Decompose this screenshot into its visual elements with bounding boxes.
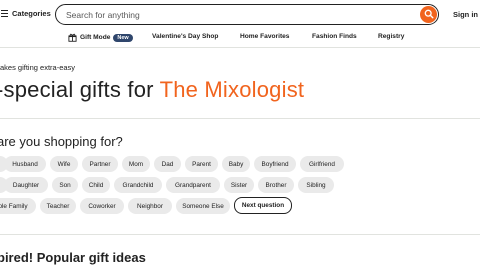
chip-daughter[interactable]: Daughter <box>4 177 48 193</box>
chip-mom[interactable]: Mom <box>122 156 150 172</box>
chip-baby[interactable]: Baby <box>222 156 250 172</box>
nav-item-valentines-day-shop[interactable]: Valentine's Day Shop <box>152 33 218 40</box>
chip-teacher[interactable]: Teacher <box>40 198 76 214</box>
chip-boyfriend[interactable]: Boyfriend <box>254 156 296 172</box>
categories-menu-button[interactable]: Categories <box>0 9 51 18</box>
chip-coworker[interactable]: Coworker <box>80 198 124 214</box>
search-button[interactable] <box>420 5 437 23</box>
chip-parent[interactable]: Parent <box>185 156 218 172</box>
chip-dad[interactable]: Dad <box>154 156 181 172</box>
chip-child[interactable]: Child <box>82 177 110 193</box>
chip-partner[interactable]: Partner <box>82 156 118 172</box>
chip-grandparent[interactable]: Grandparent <box>166 177 220 193</box>
nav-item-gift-mode[interactable]: Gift Mode New <box>68 33 133 42</box>
nav-gift-mode-label: Gift Mode <box>80 34 111 41</box>
section-divider <box>0 234 480 235</box>
chip-neighbor[interactable]: Neighbor <box>128 198 172 214</box>
chip-sibling[interactable]: Sibling <box>298 177 334 193</box>
chip-whole-family[interactable]: ole Family <box>0 198 36 214</box>
search-bar <box>55 4 439 25</box>
nav-divider <box>0 47 480 48</box>
nav-item-fashion-finds[interactable]: Fashion Finds <box>312 33 357 40</box>
search-icon <box>424 9 434 19</box>
popular-gift-ideas-heading: pired! Popular gift ideas <box>0 250 146 265</box>
search-input[interactable] <box>66 8 396 21</box>
hamburger-icon <box>1 10 8 17</box>
gift-icon <box>68 33 77 42</box>
category-nav: Gift Mode New Valentine's Day Shop Home … <box>0 30 480 47</box>
new-badge: New <box>113 33 133 42</box>
nav-item-registry[interactable]: Registry <box>378 33 404 40</box>
chip-wife[interactable]: Wife <box>50 156 78 172</box>
shopping-for-heading: are you shopping for? <box>0 134 123 149</box>
headline-accent: The Mixologist <box>159 77 305 102</box>
nav-item-home-favorites[interactable]: Home Favorites <box>240 33 289 40</box>
hero-headline: -special gifts for The Mixologist <box>0 77 304 103</box>
top-bar: Categories Sign in <box>0 0 480 30</box>
chip-girlfriend[interactable]: Girlfriend <box>300 156 344 172</box>
section-divider <box>0 118 480 119</box>
hero-kicker: akes gifting extra-easy <box>0 63 76 72</box>
next-question-button[interactable]: Next question <box>234 197 292 214</box>
chip-sister[interactable]: Sister <box>224 177 254 193</box>
categories-label: Categories <box>12 9 51 18</box>
chip-someone-else[interactable]: Someone Else <box>176 198 230 214</box>
chip-grandchild[interactable]: Grandchild <box>114 177 162 193</box>
chip-brother[interactable]: Brother <box>258 177 294 193</box>
chip-son[interactable]: Son <box>52 177 78 193</box>
headline-prefix: -special gifts for <box>0 77 160 102</box>
chip-husband[interactable]: Husband <box>4 156 46 172</box>
sign-in-link[interactable]: Sign in <box>453 10 478 19</box>
